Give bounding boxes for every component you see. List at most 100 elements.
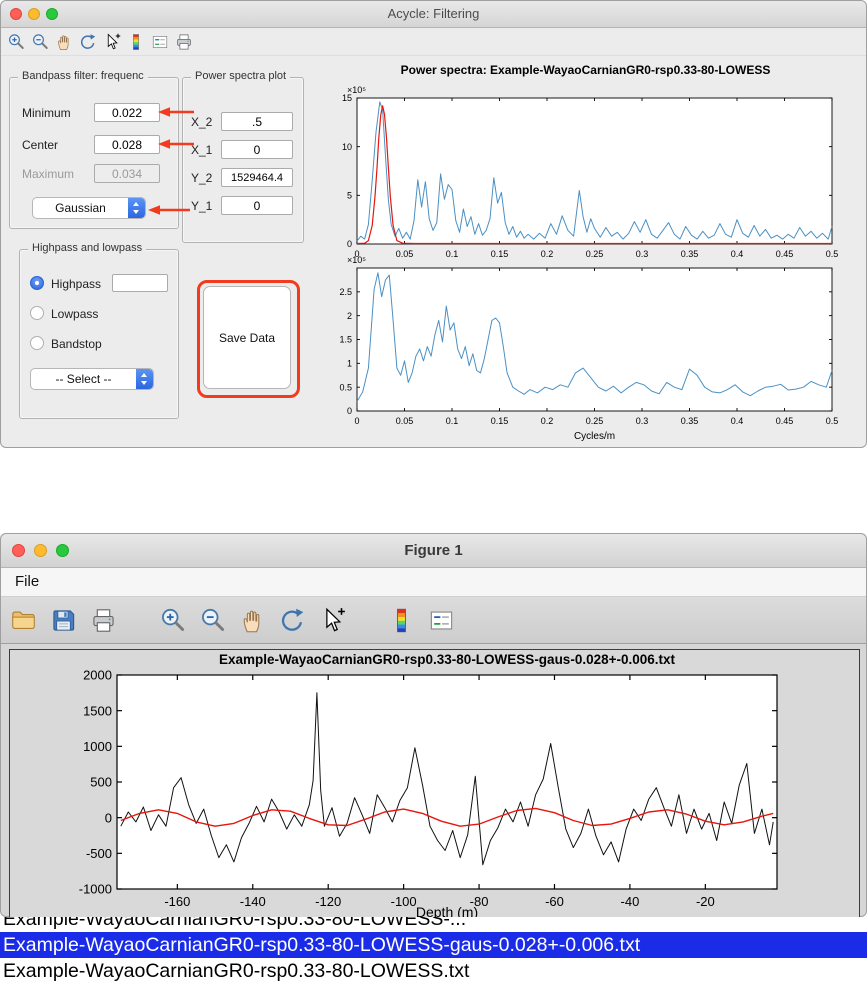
- svg-text:1500: 1500: [83, 703, 112, 718]
- highpass-label: Highpass: [51, 277, 102, 291]
- file-list: Example-WayaoCarnianGR0-rsp0.33-80-LOWES…: [0, 917, 867, 988]
- svg-text:×10⁵: ×10⁵: [347, 85, 366, 95]
- pan-icon[interactable]: [55, 33, 73, 51]
- figure-toolbar: [1, 597, 866, 644]
- figure-canvas: Example-WayaoCarnianGR0-rsp0.33-80-LOWES…: [9, 649, 860, 919]
- y2-label: Y_2: [191, 171, 213, 185]
- legend-icon[interactable]: [151, 33, 169, 51]
- y1-label: Y_1: [191, 199, 213, 213]
- zoom-out-icon[interactable]: [31, 33, 49, 51]
- power-spectrum-bottom-chart: 0 0.05 0.1 0.15 0.2 0.25 0.3 0.35 0.4 0.45 0.5 0 0.5…: [339, 255, 838, 442]
- rotate-3d-icon[interactable]: [279, 607, 306, 634]
- svg-text:Cycles/m: Cycles/m: [574, 431, 615, 442]
- minimum-input[interactable]: [94, 103, 160, 122]
- zoom-in-icon[interactable]: [159, 607, 186, 634]
- annotation-arrow-center: [158, 139, 194, 149]
- svg-text:-500: -500: [86, 846, 112, 861]
- data-cursor-icon[interactable]: [103, 33, 121, 51]
- popup-arrows-icon: [128, 198, 145, 218]
- save-icon[interactable]: [50, 607, 77, 634]
- svg-text:2: 2: [347, 311, 352, 321]
- highpass-value-input[interactable]: [112, 274, 168, 292]
- menu-file[interactable]: File: [1, 568, 39, 596]
- svg-text:-140: -140: [240, 894, 266, 909]
- svg-text:-40: -40: [621, 894, 640, 909]
- popup-arrows-icon: [136, 369, 153, 389]
- y2-input[interactable]: [221, 168, 293, 187]
- svg-text:0.2: 0.2: [541, 416, 554, 426]
- svg-text:500: 500: [90, 775, 112, 790]
- power-spectra-title: Power spectra: Example-WayaoCarnianGR0-r…: [400, 63, 771, 77]
- svg-text:0.45: 0.45: [776, 416, 794, 426]
- highpass-radio[interactable]: [30, 276, 44, 290]
- bandstop-radio[interactable]: [30, 336, 44, 350]
- y1-input[interactable]: [221, 196, 293, 215]
- window1-titlebar: Acycle: Filtering: [1, 1, 866, 28]
- list-item-text: Example-WayaoCarnianGR0-rsp0.33-80-LOWES…: [3, 960, 470, 982]
- svg-text:0.5: 0.5: [826, 416, 838, 426]
- svg-text:-60: -60: [545, 894, 564, 909]
- bandpass-panel-title: Bandpass filter: frequenc: [18, 70, 148, 82]
- maximum-label: Maximum: [22, 167, 75, 181]
- list-item-text: Example-WayaoCarnianGR0-rsp0.33-80-LOWES…: [3, 934, 641, 956]
- svg-text:5: 5: [347, 191, 352, 201]
- colorbar-icon[interactable]: [127, 33, 145, 51]
- zoom-in-icon[interactable]: [7, 33, 25, 51]
- svg-text:0: 0: [347, 239, 352, 249]
- zoom-out-icon[interactable]: [199, 607, 226, 634]
- x1-input[interactable]: [221, 140, 293, 159]
- svg-text:-160: -160: [164, 894, 190, 909]
- list-item-selected[interactable]: Example-WayaoCarnianGR0-rsp0.33-80-LOWES…: [0, 932, 867, 958]
- colorbar-icon[interactable]: [388, 607, 415, 634]
- bandstop-label: Bandstop: [51, 337, 102, 351]
- annotation-arrow-taper-select: [148, 205, 190, 215]
- svg-text:0: 0: [105, 810, 112, 825]
- list-item[interactable]: Example-WayaoCarnianGR0-rsp0.33-80-LOWES…: [0, 917, 867, 932]
- data-cursor-icon[interactable]: [319, 607, 346, 634]
- svg-text:0: 0: [354, 416, 359, 426]
- toolbar-spacer: [359, 620, 375, 621]
- acycle-filtering-window: Acycle: Filtering Bandpass filter: frequ…: [0, 0, 867, 448]
- taper-select[interactable]: Gaussian: [32, 197, 146, 219]
- legend-icon[interactable]: [428, 607, 455, 634]
- menubar: File: [1, 568, 866, 597]
- svg-text:0.4: 0.4: [731, 416, 744, 426]
- figure-toolbar: [1, 28, 866, 56]
- filter-type-select-value: -- Select --: [55, 372, 112, 386]
- svg-text:0.1: 0.1: [446, 416, 459, 426]
- lowpass-label: Lowpass: [51, 307, 99, 321]
- svg-text:×10⁵: ×10⁵: [347, 255, 366, 265]
- center-input[interactable]: [94, 135, 160, 154]
- lowpass-radio[interactable]: [30, 306, 44, 320]
- print-icon[interactable]: [175, 33, 193, 51]
- svg-text:-1000: -1000: [79, 882, 112, 897]
- minimum-label: Minimum: [22, 106, 71, 120]
- x2-input[interactable]: [221, 112, 293, 131]
- list-item[interactable]: Example-WayaoCarnianGR0-rsp0.33-80-LOWES…: [0, 958, 867, 984]
- power-spectra-plot-panel: Power spectra plot X_2 X_1 Y_2 Y_1: [182, 70, 304, 243]
- highpass-lowpass-panel: Highpass and lowpass Highpass Lowpass Ba…: [19, 242, 179, 419]
- svg-text:0.15: 0.15: [491, 416, 509, 426]
- svg-text:0.35: 0.35: [681, 416, 699, 426]
- svg-text:0.5: 0.5: [339, 382, 352, 392]
- svg-text:2000: 2000: [83, 668, 112, 683]
- svg-text:10: 10: [342, 142, 352, 152]
- svg-text:1.5: 1.5: [339, 335, 352, 345]
- open-folder-icon[interactable]: [10, 607, 37, 634]
- center-label: Center: [22, 138, 59, 152]
- filter-type-select[interactable]: -- Select --: [30, 368, 154, 390]
- print-icon[interactable]: [90, 607, 117, 634]
- svg-text:-120: -120: [315, 894, 341, 909]
- svg-text:0: 0: [347, 406, 352, 416]
- figure1-window: Figure 1 File Example-WayaoCarnianGR0-rs…: [0, 533, 867, 919]
- power-spectrum-top-chart: 0 0.05 0.1 0.15 0.2 0.25 0.3 0.35 0.4 0.45 0.50510…: [342, 85, 838, 259]
- rotate-3d-icon[interactable]: [79, 33, 97, 51]
- pan-icon[interactable]: [239, 607, 266, 634]
- maximum-input: [94, 164, 160, 183]
- svg-text:1000: 1000: [83, 739, 112, 754]
- annotation-arrow-minimum: [158, 107, 194, 117]
- svg-text:2.5: 2.5: [339, 287, 352, 297]
- save-data-button[interactable]: Save Data: [203, 286, 291, 389]
- svg-text:0.05: 0.05: [396, 416, 414, 426]
- figure-content: Example-WayaoCarnianGR0-rsp0.33-80-LOWES…: [1, 644, 866, 921]
